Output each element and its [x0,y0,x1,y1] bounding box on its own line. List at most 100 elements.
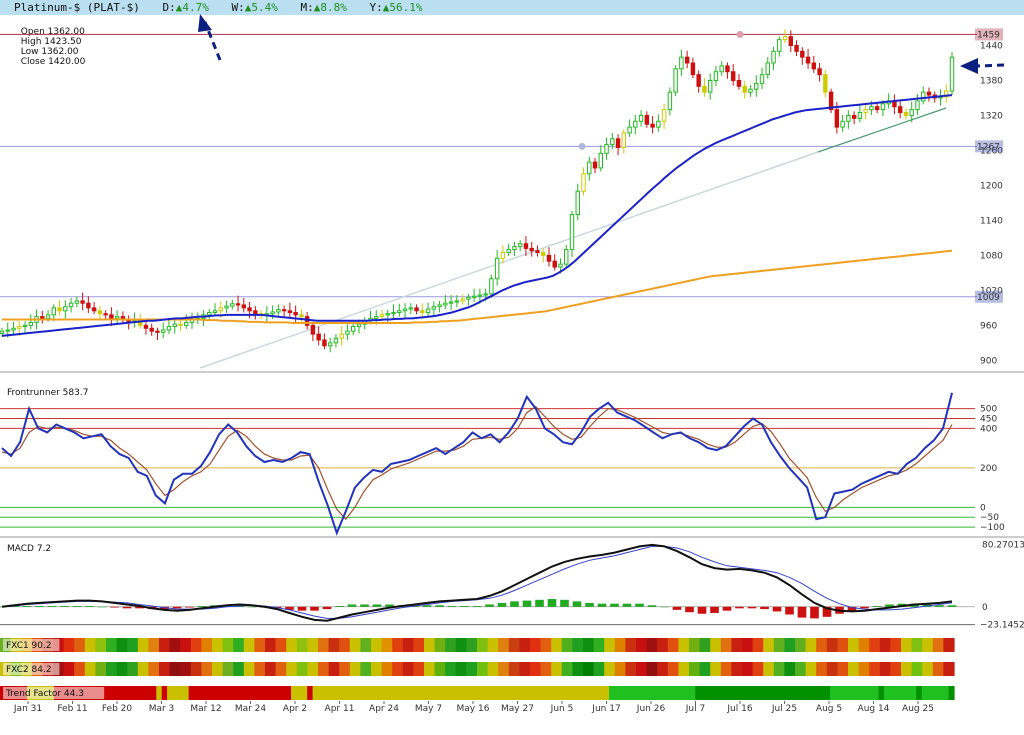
candle-body [811,62,817,70]
heat-cell [222,662,234,676]
macd-histogram-bar [685,606,694,613]
heat-cell [455,638,467,652]
candle-body [748,88,753,93]
heat-cell [180,662,192,676]
candle-body [276,309,281,313]
heat-cell [565,686,572,700]
heat-cell [873,686,880,700]
heat-cell [625,662,637,676]
heat-cell [636,662,648,676]
heat-cell [212,638,224,652]
heat-cell [916,686,923,700]
heat-cell [583,662,595,676]
candle-body [466,296,471,300]
heat-cell [538,686,545,700]
heat-cell [409,686,416,700]
heat-cell [678,662,690,676]
heat-cell [107,686,114,700]
candle-body [0,330,5,335]
heat-cell [549,686,556,700]
candle-body [350,326,356,332]
candle-body [949,56,955,92]
heat-cell [393,686,400,700]
heat-cell [123,686,130,700]
heat-cell [921,686,928,700]
heat-cell [927,686,934,700]
heat-cell [544,686,551,700]
candle-body [673,68,678,93]
heat-cell [274,686,281,700]
stock-chart[interactable]: 9009601020108011401200126013201380144014… [0,0,1024,735]
price-tag-label: 1459 [977,30,1000,40]
heat-cell [848,662,860,676]
macd-histogram-bar [647,605,657,607]
macd-histogram-bar [710,606,719,613]
x-axis-label: Jul 16 [726,704,752,714]
heat-cell [646,686,653,700]
heat-cell [349,638,361,652]
heat-cell [434,638,446,652]
candle-body [517,243,523,248]
heat-cell [360,662,372,676]
heat-cell [172,686,179,700]
macd-histogram-bar [197,606,207,607]
heat-cell [360,638,372,652]
macd-histogram-bar [372,604,382,607]
heat-cell [689,662,701,676]
heat-cell [159,662,171,676]
price-tick-label: 1440 [980,41,1003,51]
heat-cell [424,662,436,676]
heat-cell [776,686,783,700]
candle-body [834,109,840,128]
heat-cell [752,638,764,652]
heat-cell [530,662,542,676]
candle-body [805,56,811,64]
heat-cell [312,686,319,700]
heat-cell [318,686,324,700]
heat-cell [113,686,120,700]
candle-body [920,91,926,102]
candle-body [823,74,828,93]
heat-cell [485,686,492,700]
heat-cell [150,686,157,700]
heat-cell [199,686,206,700]
heat-cell [522,686,529,700]
heat-cell [813,686,820,700]
candle-body [40,316,45,319]
macd-histogram-bar [97,606,107,608]
macd-line [1,543,953,622]
macd-tick-label: 0 [982,603,988,613]
heat-cell [243,662,255,676]
heat-cell [932,662,944,676]
heat-cell [392,662,404,676]
heat-cell [226,686,233,700]
macd-histogram-bar [547,599,557,607]
heat-cell [678,638,690,652]
heat-cell [233,662,245,676]
heat-cell [445,662,457,676]
heat-cell [63,638,75,652]
heat-cell [824,686,831,700]
heat-cell [943,686,950,700]
heat-cell [501,686,508,700]
heat-cell [592,686,599,700]
heat-cell [301,686,308,700]
candle-body [57,307,62,312]
heat-cell [291,686,298,700]
heat-cell [706,686,713,700]
heat-cell [215,686,222,700]
price-tag-label: 1267 [977,142,1000,152]
macd-histogram-bar [597,603,607,607]
heat-cell [641,686,648,700]
candle-body [379,314,385,318]
candle-body [425,308,431,314]
heat-cell [466,662,478,676]
candle-body [851,114,857,119]
heat-cell [609,686,616,700]
heat-cell [943,662,955,676]
heat-cell [733,686,740,700]
macd-histogram-bar [772,606,782,612]
x-axis-label: Apr 24 [369,704,399,714]
heat-strip-label: FXC2 84.2 [6,665,52,675]
heat-cell [878,686,885,700]
